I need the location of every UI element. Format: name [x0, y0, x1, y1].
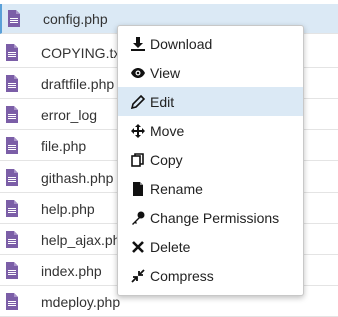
file-name: help_ajax.php	[41, 231, 129, 248]
menu-label: Download	[150, 35, 213, 52]
menu-item-view[interactable]: View	[118, 58, 303, 87]
menu-label: Rename	[150, 180, 203, 197]
menu-item-copy[interactable]: Copy	[118, 145, 303, 174]
file-name: error_log	[41, 106, 98, 123]
file-icon	[6, 293, 18, 310]
menu-item-change-permissions[interactable]: Change Permissions	[118, 203, 303, 232]
file-icon	[6, 137, 18, 154]
menu-label: Edit	[150, 93, 175, 110]
file-icon	[8, 10, 20, 27]
file-name: githash.php	[41, 169, 114, 186]
menu-label: Change Permissions	[150, 209, 280, 226]
menu-item-delete[interactable]: Delete	[118, 232, 303, 261]
file-name: index.php	[41, 262, 102, 279]
file-icon	[6, 200, 18, 217]
x-icon	[130, 239, 146, 255]
menu-item-move[interactable]: Move	[118, 116, 303, 145]
move-arrows-icon	[130, 123, 146, 139]
eye-icon	[130, 65, 146, 81]
file-icon	[130, 181, 146, 197]
file-name: COPYING.txt	[41, 44, 125, 61]
file-icon	[6, 44, 18, 61]
compress-icon	[130, 268, 146, 284]
context-menu: Download View Edit Move Copy Rename Chan…	[117, 25, 304, 296]
file-name: mdeploy.php	[41, 293, 121, 310]
menu-item-rename[interactable]: Rename	[118, 174, 303, 203]
menu-label: Compress	[150, 267, 214, 284]
menu-label: View	[150, 64, 181, 81]
menu-item-compress[interactable]: Compress	[118, 261, 303, 290]
menu-item-download[interactable]: Download	[118, 29, 303, 58]
menu-item-edit[interactable]: Edit	[118, 87, 303, 116]
file-name: file.php	[41, 137, 87, 154]
pencil-icon	[130, 94, 146, 110]
file-icon	[6, 231, 18, 248]
file-icon	[6, 262, 18, 279]
file-name: config.php	[43, 10, 108, 27]
menu-label: Copy	[150, 151, 183, 168]
key-icon	[130, 210, 146, 226]
menu-label: Delete	[150, 238, 191, 255]
download-icon	[130, 36, 146, 52]
menu-label: Move	[150, 122, 185, 139]
file-icon	[6, 75, 18, 92]
file-name: draftfile.php	[41, 75, 115, 92]
copy-icon	[130, 152, 146, 168]
file-icon	[6, 169, 18, 186]
file-icon	[6, 106, 18, 123]
file-name: help.php	[41, 200, 95, 217]
